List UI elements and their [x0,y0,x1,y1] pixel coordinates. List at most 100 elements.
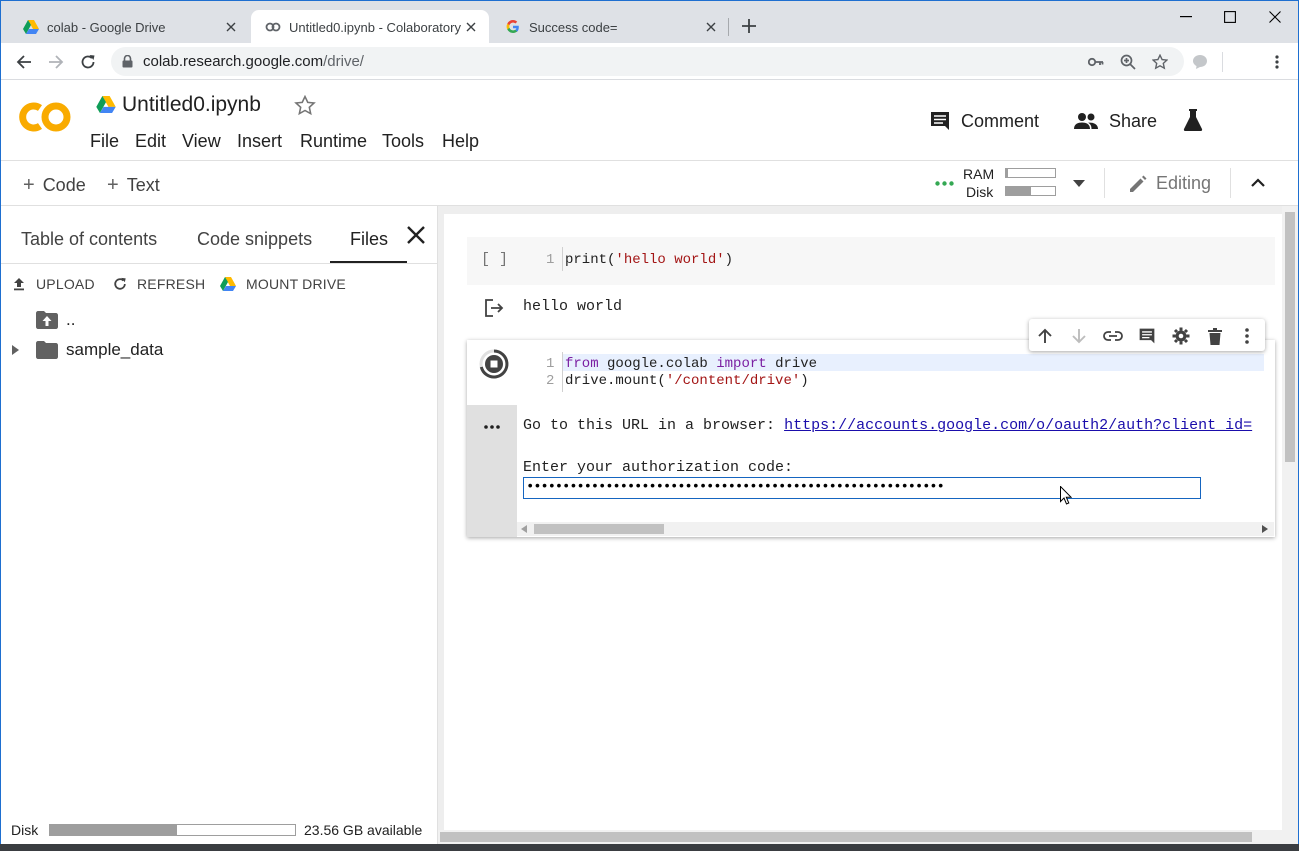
browser-tab-bar: colab - Google Drive Untitled0.ipynb - C… [0,0,1299,44]
tab-table-of-contents[interactable]: Table of contents [21,229,157,250]
maximize-window-icon[interactable] [1207,3,1253,31]
close-panel-icon[interactable] [407,226,425,244]
minimize-window-icon[interactable] [1163,3,1209,31]
more-horiz-icon[interactable] [484,425,500,429]
stop-execution-icon[interactable] [478,348,510,380]
file-item-folder[interactable]: sample_data [36,340,163,360]
refresh-button[interactable]: REFRESH [113,276,205,292]
key-icon[interactable] [1087,53,1105,71]
cell-output: hello world [523,298,623,315]
folder-up-icon [36,311,58,329]
upload-label: UPLOAD [36,276,95,292]
editing-mode-button[interactable]: Editing [1128,173,1211,194]
disk-usage-bar: Disk 23.56 GB available [11,820,431,840]
back-arrow-icon[interactable] [11,49,37,75]
menu-runtime[interactable]: Runtime [300,131,367,152]
disk-label: Disk [966,184,994,200]
google-drive-icon[interactable] [96,96,116,113]
comment-button[interactable]: Comment [929,108,1039,134]
google-g-icon [505,19,521,35]
browser-tab-colab[interactable]: Untitled0.ipynb - Colaboratory [251,10,489,44]
scrollbar-thumb[interactable] [440,832,1252,842]
tab-files[interactable]: Files [350,229,388,250]
output-horizontal-scrollbar[interactable] [517,522,1274,536]
disk-usage-fill [50,825,178,835]
oauth-link[interactable]: https://accounts.google.com/o/oauth2/aut… [784,417,1252,434]
browser-tab-title: Success code= [529,19,618,35]
tab-code-snippets[interactable]: Code snippets [197,229,312,250]
ram-meter[interactable] [1005,168,1056,178]
menu-file[interactable]: File [90,131,119,152]
browser-menu-icon[interactable] [1268,53,1286,71]
code-line[interactable]: drive.mount('/content/drive') [565,373,809,389]
add-code-button[interactable]: + Code [23,174,86,197]
window-border [0,43,1,844]
authorization-code-input[interactable]: ••••••••••••••••••••••••••••••••••••••••… [523,477,1201,499]
chevron-up-icon[interactable] [1251,178,1265,187]
browser-tab-title: colab - Google Drive [47,19,166,35]
extension-icon[interactable] [1191,53,1209,71]
code-line[interactable]: print('hello world') [565,252,733,268]
menu-view[interactable]: View [182,131,221,152]
move-down-icon[interactable] [1068,325,1090,347]
comment-icon[interactable] [1136,325,1158,347]
toolbar-divider [1104,168,1105,198]
line-number: 2 [546,373,555,389]
scrollbar-thumb[interactable] [1285,212,1295,462]
scroll-right-icon[interactable] [1262,525,1268,533]
menu-insert[interactable]: Insert [237,131,282,152]
cell-output: Go to this URL in a browser: https://acc… [517,405,1274,537]
code-line[interactable]: from google.colab import drive [565,356,817,372]
close-tab-icon[interactable] [223,19,239,35]
menu-help[interactable]: Help [442,131,479,152]
people-icon [1074,113,1098,129]
code-token: print [565,252,608,268]
forward-arrow-icon[interactable] [43,49,69,75]
new-tab-icon[interactable] [741,18,757,34]
output-icon[interactable] [484,299,504,317]
mount-drive-button[interactable]: MOUNT DRIVE [220,276,346,292]
menu-edit[interactable]: Edit [135,131,166,152]
browser-tab-drive[interactable]: colab - Google Drive [9,10,249,44]
plus-icon: + [23,174,35,196]
move-up-icon[interactable] [1034,325,1056,347]
toolbar-divider [1230,168,1231,198]
flask-icon[interactable] [1183,108,1203,132]
code-token: '/content/drive' [665,373,801,389]
editing-label: Editing [1156,173,1212,193]
colab-tab-icon [265,19,281,35]
colab-logo[interactable] [19,100,71,134]
expand-arrow-icon[interactable] [12,345,19,355]
close-tab-icon[interactable] [463,19,479,35]
reload-icon[interactable] [75,49,101,75]
chevron-down-icon[interactable] [1073,180,1085,187]
vertical-scrollbar[interactable] [1282,206,1298,830]
add-text-button[interactable]: + Text [107,174,160,197]
run-cell-button[interactable]: [ ] [481,251,508,268]
line-number: 1 [546,356,555,372]
close-tab-icon[interactable] [703,19,719,35]
menu-tools[interactable]: Tools [382,131,424,152]
file-item-parent[interactable]: .. [36,310,75,330]
share-button[interactable]: Share [1073,108,1157,134]
connected-status-icon [935,181,955,186]
more-vert-icon[interactable] [1236,325,1258,347]
scrollbar-thumb[interactable] [534,524,664,534]
upload-button[interactable]: UPLOAD [12,276,95,292]
zoom-icon[interactable] [1119,53,1137,71]
horizontal-scrollbar[interactable] [438,830,1298,844]
bookmark-star-icon[interactable] [1151,53,1169,71]
trash-icon[interactable] [1204,325,1226,347]
url-path: /drive/ [323,53,364,70]
link-icon[interactable] [1102,325,1124,347]
scroll-left-icon[interactable] [521,525,527,533]
disk-meter[interactable] [1005,186,1056,196]
gear-icon[interactable] [1170,325,1192,347]
browser-tab-success[interactable]: Success code= [491,10,729,44]
star-icon[interactable] [294,95,316,116]
google-drive-icon [23,19,39,35]
notebook-title[interactable]: Untitled0.ipynb [122,93,261,117]
url-field[interactable]: colab.research.google.com/drive/ [111,47,1184,76]
close-window-icon[interactable] [1252,3,1298,31]
add-text-label: Text [126,175,160,195]
